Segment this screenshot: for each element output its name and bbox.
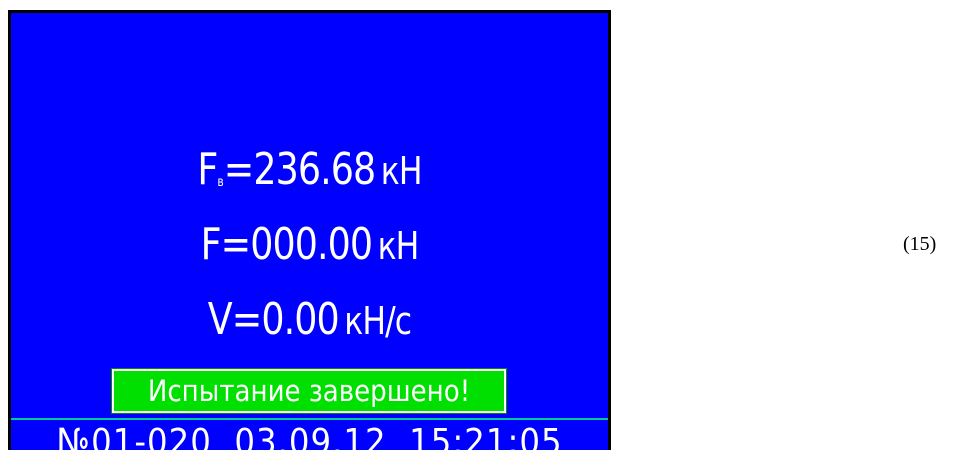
- loading-rate-reading: V=0.00 кН/с: [35, 294, 584, 347]
- device-info-footer: №01-020 03.09.12 15:21:05: [56, 422, 563, 450]
- loading-rate-unit: кН/с: [344, 299, 412, 343]
- current-force-symbol: F: [200, 219, 222, 270]
- test-complete-status-banner: Испытание завершено!: [111, 368, 507, 414]
- peak-force-value: =236.68: [223, 144, 376, 195]
- loading-rate-symbol: V: [207, 294, 233, 345]
- equation-number: (15): [903, 233, 937, 255]
- current-force-value: =000.00: [220, 219, 373, 270]
- current-force-unit: кН: [377, 224, 420, 268]
- peak-force-reading: Fв=236.68 кН: [35, 144, 584, 209]
- peak-force-symbol: F: [197, 144, 218, 195]
- footer-divider: [11, 418, 608, 420]
- peak-force-unit: кН: [380, 149, 423, 193]
- device-display-screen: Fв=236.68 кН F=000.00 кН V=0.00 кН/с Испыта…: [8, 10, 611, 450]
- loading-rate-value: =0.00: [231, 294, 340, 345]
- current-force-reading: F=000.00 кН: [35, 219, 584, 272]
